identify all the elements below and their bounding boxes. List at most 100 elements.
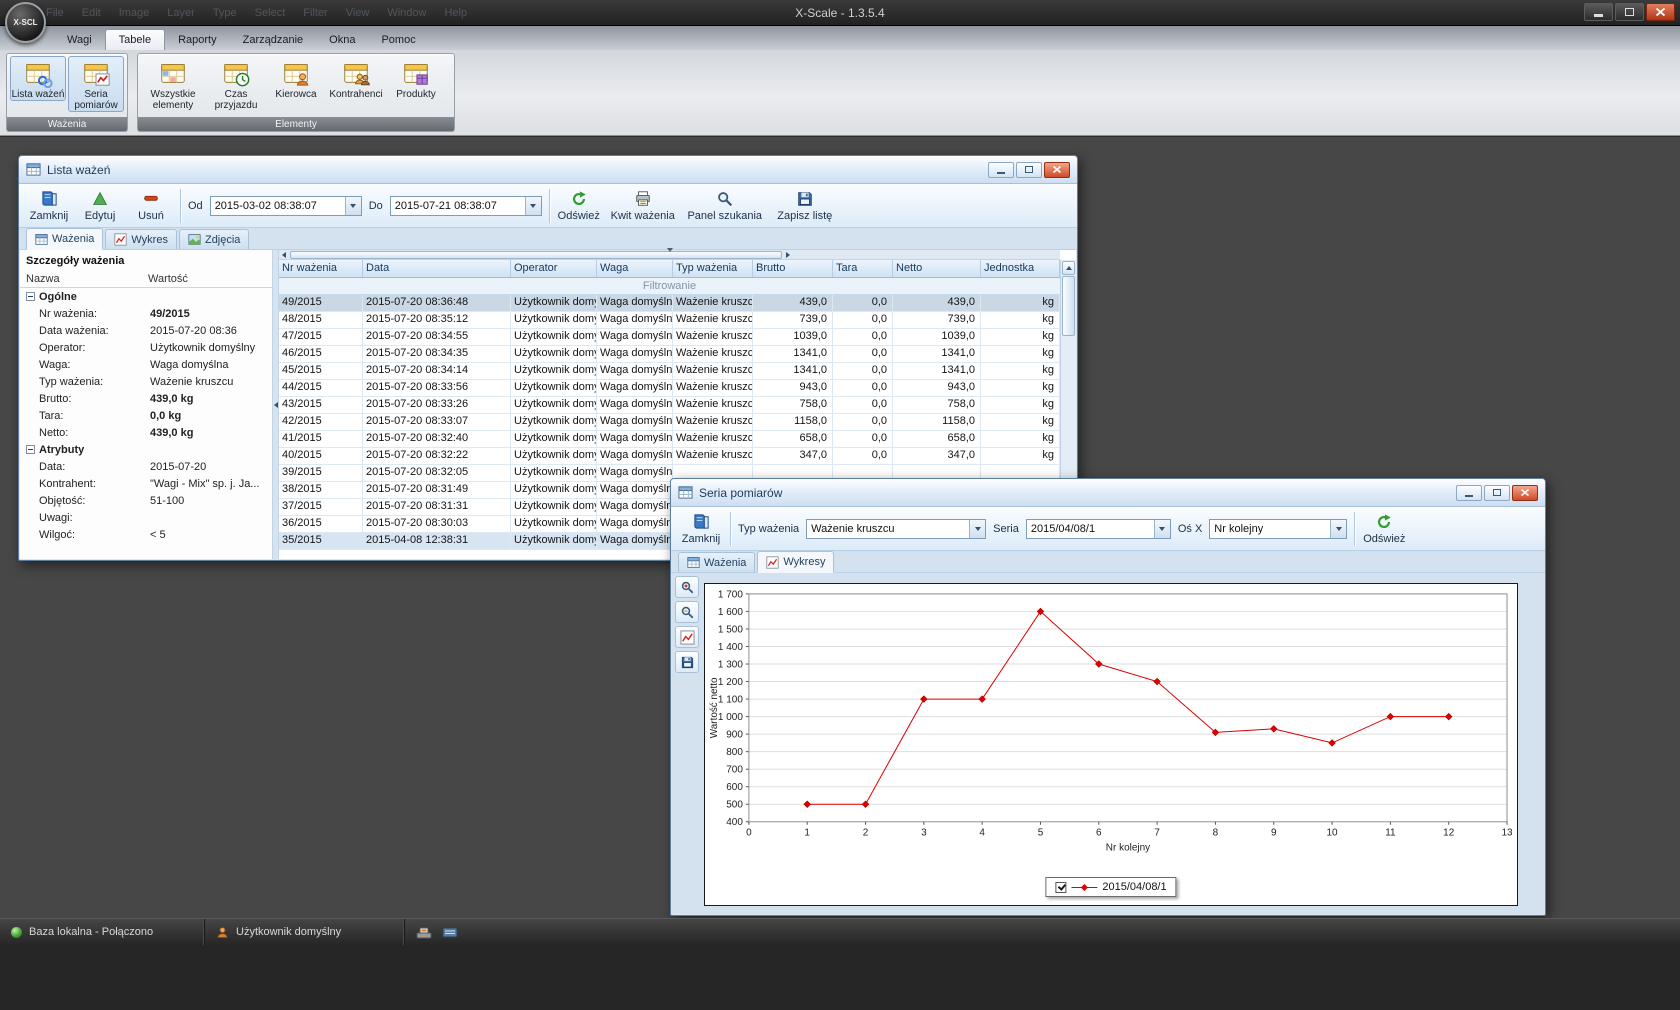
ribbon-tab-wagi[interactable]: Wagi bbox=[54, 29, 105, 50]
app-logo-orb[interactable]: X-SCL bbox=[5, 2, 46, 43]
ribbon-tab-okna[interactable]: Okna bbox=[316, 29, 368, 50]
column-header[interactable]: Brutto bbox=[753, 260, 833, 277]
details-row[interactable]: Tara:0,0 kg bbox=[20, 407, 272, 424]
do-date-combo[interactable]: 2015-07-21 08:38:07 bbox=[390, 196, 542, 216]
wszystkie-elementy-button[interactable]: Wszystkie elementy bbox=[141, 56, 205, 112]
details-group-row[interactable]: Atrybuty bbox=[20, 441, 272, 458]
details-row[interactable]: Typ ważenia:Ważenie kruszcu bbox=[20, 373, 272, 390]
odswiez-button[interactable]: Odśwież bbox=[557, 186, 601, 226]
chart-save-button[interactable] bbox=[675, 651, 699, 673]
maximize-button[interactable] bbox=[1016, 162, 1042, 178]
zoom-in-button[interactable] bbox=[675, 576, 699, 598]
lista-titlebar[interactable]: Lista ważeń bbox=[19, 156, 1077, 184]
details-row[interactable]: Data:2015-07-20 bbox=[20, 458, 272, 475]
grid-filter-row[interactable]: Filtrowanie bbox=[279, 278, 1060, 295]
grid-row[interactable]: 49/20152015-07-20 08:36:48Użytkownik dom… bbox=[279, 295, 1060, 312]
minimize-button[interactable] bbox=[1456, 485, 1482, 501]
column-header[interactable]: Tara bbox=[833, 260, 893, 277]
grid-row[interactable]: 44/20152015-07-20 08:33:56Użytkownik dom… bbox=[279, 380, 1060, 397]
column-header[interactable]: Typ ważenia bbox=[673, 260, 753, 277]
grid-row[interactable]: 40/20152015-07-20 08:32:22Użytkownik dom… bbox=[279, 448, 1060, 465]
column-header[interactable]: Waga bbox=[597, 260, 673, 277]
chevron-down-icon[interactable] bbox=[1330, 520, 1346, 538]
kierowca-button[interactable]: Kierowca bbox=[267, 56, 325, 101]
chevron-down-icon[interactable] bbox=[525, 197, 541, 215]
minimize-button[interactable] bbox=[1584, 3, 1613, 21]
seria-pomiarow-button[interactable]: Seria pomiarów bbox=[68, 56, 124, 112]
scroll-up-button[interactable] bbox=[1062, 261, 1075, 275]
details-col-nazwa[interactable]: Nazwa bbox=[26, 273, 148, 285]
maximize-button[interactable] bbox=[1615, 3, 1644, 21]
kwit-wazenia-button[interactable]: Kwit ważenia bbox=[608, 186, 678, 226]
panel-splitter[interactable] bbox=[272, 250, 279, 559]
details-group-row[interactable]: Ogólne bbox=[20, 288, 272, 305]
scroll-right-button[interactable] bbox=[783, 251, 793, 259]
details-row[interactable]: Data ważenia:2015-07-20 08:36 bbox=[20, 322, 272, 339]
chart-area[interactable]: 4005006007008009001 0001 1001 2001 3001 … bbox=[704, 583, 1518, 906]
close-button[interactable] bbox=[1044, 162, 1070, 178]
column-header[interactable]: Data bbox=[363, 260, 511, 277]
details-row[interactable]: Operator:Użytkownik domyślny bbox=[20, 339, 272, 356]
grid-row[interactable]: 41/20152015-07-20 08:32:40Użytkownik dom… bbox=[279, 431, 1060, 448]
details-row[interactable]: Nr ważenia:49/2015 bbox=[20, 305, 272, 322]
tab-zdjecia[interactable]: Zdjęcia bbox=[179, 229, 249, 249]
details-row[interactable]: Waga:Waga domyślna bbox=[20, 356, 272, 373]
details-row[interactable]: Brutto:439,0 kg bbox=[20, 390, 272, 407]
keyboard-icon[interactable] bbox=[442, 925, 458, 939]
details-row[interactable]: Uwagi: bbox=[20, 509, 272, 526]
close-button[interactable] bbox=[1646, 3, 1675, 21]
zamknij-button[interactable]: Zamknij bbox=[679, 509, 723, 549]
close-button[interactable] bbox=[1512, 485, 1538, 501]
grid-row[interactable]: 45/20152015-07-20 08:34:14Użytkownik dom… bbox=[279, 363, 1060, 380]
czas-przyjazdu-button[interactable]: Czas przyjazdu bbox=[207, 56, 265, 112]
details-row[interactable]: Kontrahent:"Wagi - Mix" sp. j. Ja... bbox=[20, 475, 272, 492]
column-header[interactable]: Netto bbox=[893, 260, 981, 277]
tab-wazenia[interactable]: Ważenia bbox=[26, 228, 103, 250]
scrollbar-thumb[interactable] bbox=[290, 251, 782, 259]
tab-wykresy[interactable]: Wykresy bbox=[757, 551, 834, 573]
typ-wazenia-combo[interactable]: Ważenie kruszcu bbox=[806, 519, 986, 539]
usun-button[interactable]: Usuń bbox=[129, 186, 173, 226]
column-header[interactable]: Nr ważenia bbox=[279, 260, 363, 277]
tab-wazenia[interactable]: Ważenia bbox=[678, 552, 755, 572]
grid-row[interactable]: 42/20152015-07-20 08:33:07Użytkownik dom… bbox=[279, 414, 1060, 431]
details-col-wartosc[interactable]: Wartość bbox=[148, 273, 188, 285]
kontrahenci-button[interactable]: Kontrahenci bbox=[327, 56, 385, 101]
maximize-button[interactable] bbox=[1484, 485, 1510, 501]
grid-row[interactable]: 46/20152015-07-20 08:34:35Użytkownik dom… bbox=[279, 346, 1060, 363]
ribbon-tab-pomoc[interactable]: Pomoc bbox=[368, 29, 428, 50]
chevron-down-icon[interactable] bbox=[1154, 520, 1170, 538]
grid-row[interactable]: 48/20152015-07-20 08:35:12Użytkownik dom… bbox=[279, 312, 1060, 329]
lista-wazen-button[interactable]: Lista ważeń bbox=[10, 56, 66, 101]
seria-combo[interactable]: 2015/04/08/1 bbox=[1026, 519, 1171, 539]
scrollbar-thumb[interactable] bbox=[1062, 276, 1075, 336]
minimize-button[interactable] bbox=[988, 162, 1014, 178]
scale-device-icon[interactable] bbox=[416, 925, 432, 939]
panel-szukania-button[interactable]: Panel szukania bbox=[685, 186, 765, 226]
seria-titlebar[interactable]: Seria pomiarów bbox=[671, 479, 1545, 507]
chart-copy-button[interactable] bbox=[675, 626, 699, 648]
legend-checkbox[interactable] bbox=[1055, 882, 1066, 893]
collapse-icon[interactable] bbox=[26, 292, 35, 301]
column-header[interactable]: Jednostka bbox=[981, 260, 1060, 277]
ribbon-tab-raporty[interactable]: Raporty bbox=[165, 29, 230, 50]
collapse-panel-icon[interactable] bbox=[274, 402, 278, 408]
os-x-combo[interactable]: Nr kolejny bbox=[1209, 519, 1347, 539]
ribbon-tab-tabele[interactable]: Tabele bbox=[105, 29, 165, 50]
chevron-down-icon[interactable] bbox=[345, 197, 361, 215]
produkty-button[interactable]: Produkty bbox=[387, 56, 445, 101]
column-header[interactable]: Operator bbox=[511, 260, 597, 277]
odswiez-button[interactable]: Odśwież bbox=[1362, 509, 1406, 549]
zapisz-liste-button[interactable]: Zapisz listę bbox=[772, 186, 838, 226]
grid-row[interactable]: 47/20152015-07-20 08:34:55Użytkownik dom… bbox=[279, 329, 1060, 346]
chevron-down-icon[interactable] bbox=[969, 520, 985, 538]
ribbon-tab-zarzadzanie[interactable]: Zarządzanie bbox=[230, 29, 317, 50]
tab-wykres[interactable]: Wykres bbox=[105, 229, 177, 249]
od-date-combo[interactable]: 2015-03-02 08:38:07 bbox=[210, 196, 362, 216]
grid-row[interactable]: 43/20152015-07-20 08:33:26Użytkownik dom… bbox=[279, 397, 1060, 414]
zoom-out-button[interactable] bbox=[675, 601, 699, 623]
collapse-icon[interactable] bbox=[26, 445, 35, 454]
scroll-left-button[interactable] bbox=[279, 251, 289, 259]
zamknij-button[interactable]: Zamknij bbox=[27, 186, 71, 226]
details-row[interactable]: Wilgoć:< 5 bbox=[20, 526, 272, 543]
